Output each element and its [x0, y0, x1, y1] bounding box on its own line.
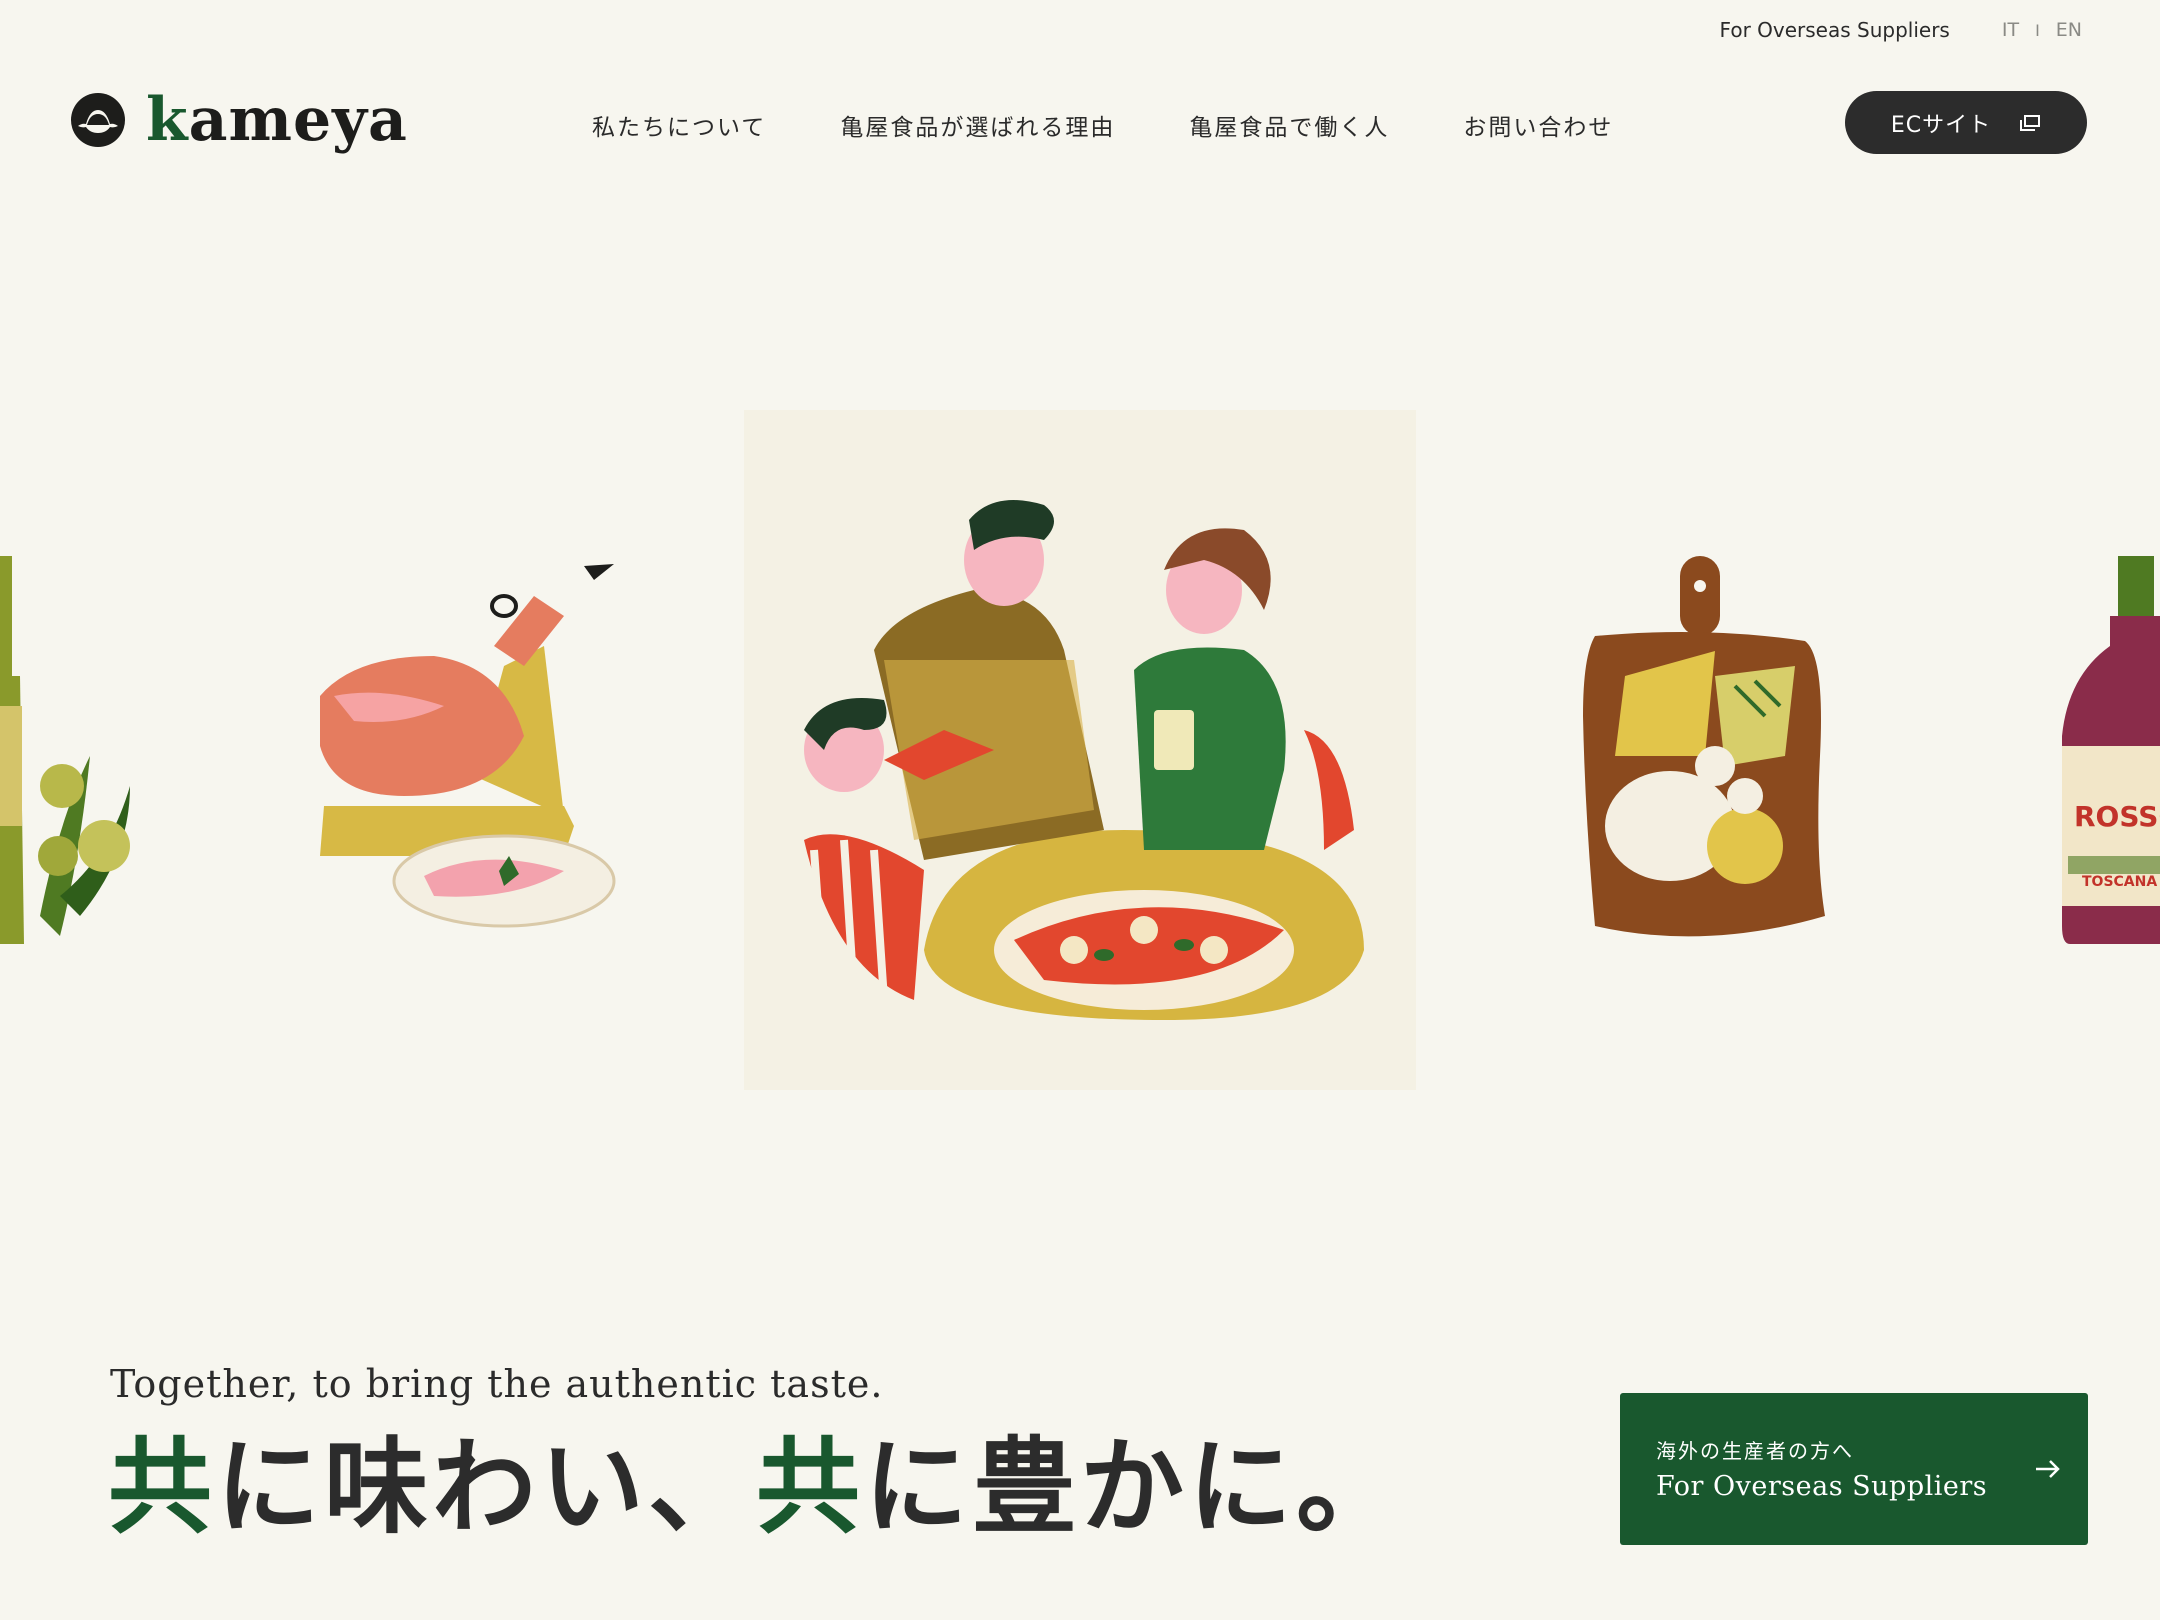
wine-label-text: ROSSO — [2074, 800, 2160, 833]
tagline-part-3: 共 — [756, 1426, 865, 1548]
tagline-japanese: 共に味わい、共に豊かに。 — [108, 1430, 1404, 1544]
nav-reasons[interactable]: 亀屋食品が選ばれる理由 — [840, 108, 1115, 142]
ec-site-label: ECサイト — [1890, 112, 1992, 138]
supplier-label-en: For Overseas Suppliers — [1656, 1471, 1988, 1502]
wine-sub-text: TOSCANA — [2082, 874, 2157, 890]
cheese-board-illustration — [1505, 556, 1895, 944]
lang-separator: I — [2035, 20, 2040, 40]
global-nav: 私たちについて 亀屋食品が選ばれる理由 亀屋食品で働く人 お問い合わせ — [592, 108, 1687, 142]
logo-wordmark: kameya — [146, 90, 408, 150]
language-switcher: IT I EN — [2002, 19, 2082, 41]
lang-en-link[interactable]: EN — [2056, 19, 2082, 41]
nav-about[interactable]: 私たちについて — [592, 108, 766, 142]
overseas-suppliers-button[interactable]: 海外の生産者の方へ For Overseas Suppliers — [1620, 1393, 2088, 1545]
kameya-logo[interactable]: kameya — [70, 90, 408, 150]
prosciutto-illustration — [264, 556, 656, 944]
logo-rest: ameya — [188, 85, 408, 155]
external-window-icon — [2020, 114, 2041, 131]
ec-site-button[interactable]: ECサイト — [1845, 91, 2087, 154]
lang-it-link[interactable]: IT — [2002, 19, 2019, 41]
tagline-part-1: 共 — [108, 1426, 217, 1548]
family-pizza-illustration — [744, 410, 1416, 1090]
tagline-part-2: に味わい、 — [216, 1426, 757, 1548]
nav-contact[interactable]: お問い合わせ — [1463, 108, 1613, 142]
supplier-label-ja: 海外の生産者の方へ — [1656, 1439, 1854, 1463]
logo-initial: k — [146, 85, 189, 155]
turtle-logo-icon — [71, 93, 125, 147]
tagline-english: Together, to bring the authentic taste. — [110, 1362, 884, 1406]
overseas-suppliers-link[interactable]: For Overseas Suppliers — [1720, 18, 1950, 42]
utility-bar: For Overseas Suppliers IT I EN — [1720, 18, 2082, 42]
olive-oil-illustration — [0, 556, 186, 944]
tagline-part-4: に豊かに。 — [864, 1426, 1405, 1548]
wine-bottle-illustration: ROSSO TOSCANA — [1978, 556, 2160, 944]
arrow-right-icon — [2036, 1460, 2060, 1478]
nav-people[interactable]: 亀屋食品で働く人 — [1189, 108, 1389, 142]
